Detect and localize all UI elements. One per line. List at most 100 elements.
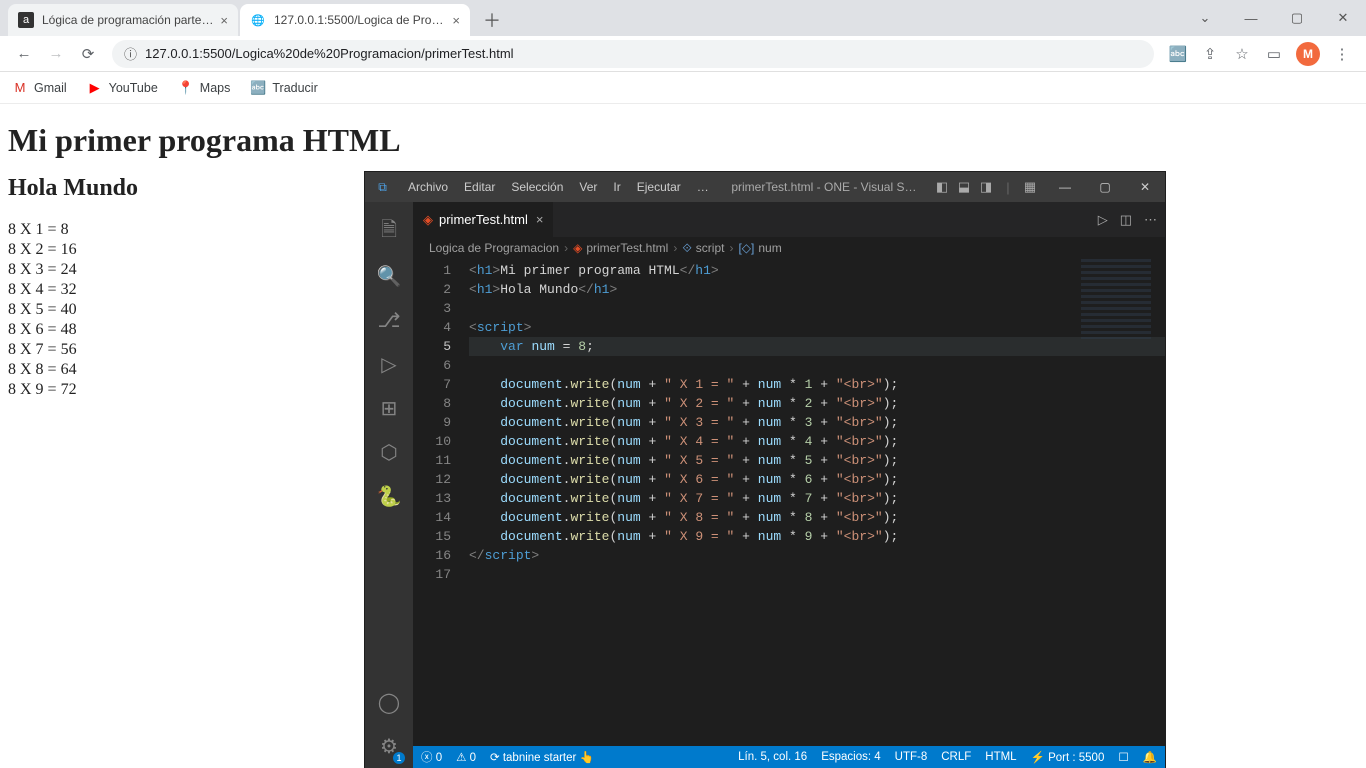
- code-line[interactable]: document.write(num + " X 2 = " + num * 2…: [469, 394, 1165, 413]
- account-icon[interactable]: ◯: [365, 680, 413, 724]
- hexagon-icon[interactable]: ⬡: [365, 430, 413, 474]
- code-area[interactable]: <h1>Mi primer programa HTML</h1><h1>Hola…: [469, 261, 1165, 584]
- code-line[interactable]: document.write(num + " X 1 = " + num * 1…: [469, 375, 1165, 394]
- split-editor-icon[interactable]: ◫: [1120, 212, 1132, 228]
- code-line[interactable]: document.write(num + " X 7 = " + num * 7…: [469, 489, 1165, 508]
- code-line[interactable]: </script>: [469, 546, 1165, 565]
- panel-left-icon[interactable]: ◧: [931, 179, 953, 195]
- status-eol[interactable]: CRLF: [941, 750, 971, 764]
- status-tabnine[interactable]: ⟳ tabnine starter 👆: [490, 750, 594, 764]
- new-tab-button[interactable]: ＋: [478, 6, 506, 34]
- menu-item[interactable]: Archivo: [400, 180, 456, 194]
- forward-icon[interactable]: →: [42, 40, 70, 68]
- address-bar[interactable]: ⓘ 127.0.0.1:5500/Logica%20de%20Programac…: [112, 40, 1154, 68]
- bookmark-icon: 🔤: [250, 80, 266, 96]
- breadcrumb-symbol[interactable]: [◇]num: [738, 241, 781, 255]
- vscode-titlebar[interactable]: ⧉ ArchivoEditarSelecciónVerIrEjecutar… p…: [365, 172, 1165, 202]
- code-line[interactable]: [469, 565, 1165, 584]
- close-icon[interactable]: ✕: [1125, 172, 1165, 202]
- close-icon[interactable]: ✕: [1320, 0, 1366, 36]
- code-line[interactable]: [469, 356, 1165, 375]
- code-line[interactable]: <h1>Hola Mundo</h1>: [469, 280, 1165, 299]
- code-line[interactable]: document.write(num + " X 8 = " + num * 8…: [469, 508, 1165, 527]
- avatar[interactable]: M: [1296, 42, 1320, 66]
- status-errors[interactable]: ⓧ 0: [421, 749, 442, 765]
- extensions-icon[interactable]: ⊞: [365, 386, 413, 430]
- bookmark-icon: ▶: [87, 80, 103, 96]
- kebab-menu-icon[interactable]: ⋮: [1328, 40, 1356, 68]
- code-line[interactable]: document.write(num + " X 6 = " + num * 6…: [469, 470, 1165, 489]
- close-icon[interactable]: ×: [452, 13, 460, 28]
- bookmark-label: Gmail: [34, 81, 67, 95]
- breadcrumb-folder[interactable]: Logica de Programacion: [429, 241, 559, 255]
- gear-icon[interactable]: ⚙: [365, 724, 413, 768]
- maximize-icon[interactable]: ▢: [1085, 172, 1125, 202]
- browser-tab-active[interactable]: 🌐 127.0.0.1:5500/Logica de Program ×: [240, 4, 470, 36]
- explorer-icon[interactable]: 🗎: [365, 210, 413, 254]
- editor-tab[interactable]: ◈ primerTest.html ×: [413, 202, 554, 237]
- status-feedback-icon[interactable]: ☐: [1118, 750, 1128, 764]
- menu-item[interactable]: Ver: [571, 180, 605, 194]
- reading-list-icon[interactable]: ▭: [1260, 40, 1288, 68]
- bookmark-item[interactable]: 🔤Traducir: [250, 80, 317, 96]
- close-icon[interactable]: ×: [220, 13, 228, 28]
- code-line[interactable]: <script>: [469, 318, 1165, 337]
- bookmark-item[interactable]: M Gmail: [12, 80, 67, 96]
- more-icon[interactable]: ⋯: [1144, 212, 1157, 228]
- code-line[interactable]: document.write(num + " X 3 = " + num * 3…: [469, 413, 1165, 432]
- browser-tab[interactable]: a Lógica de programación parte 1: ×: [8, 4, 238, 36]
- bookmark-star-icon[interactable]: ☆: [1228, 40, 1256, 68]
- code-line[interactable]: <h1>Mi primer programa HTML</h1>: [469, 261, 1165, 280]
- minimize-icon[interactable]: ―: [1228, 0, 1274, 36]
- code-line[interactable]: document.write(num + " X 4 = " + num * 4…: [469, 432, 1165, 451]
- translate-icon[interactable]: 🔤: [1164, 40, 1192, 68]
- vscode-editor[interactable]: 1234567891011121314151617 <h1>Mi primer …: [413, 259, 1165, 746]
- source-control-icon[interactable]: ⎇: [365, 298, 413, 342]
- menu-item[interactable]: Selección: [503, 180, 571, 194]
- bookmark-label: Maps: [200, 81, 231, 95]
- tab-title: 127.0.0.1:5500/Logica de Program: [274, 13, 446, 27]
- maximize-icon[interactable]: ▢: [1274, 0, 1320, 36]
- chevron-down-icon[interactable]: ⌄: [1182, 0, 1228, 36]
- reload-icon[interactable]: ⟳: [74, 40, 102, 68]
- panel-bottom-icon[interactable]: ⬓: [953, 179, 975, 195]
- status-language[interactable]: HTML: [985, 750, 1016, 764]
- menu-item[interactable]: Ejecutar: [629, 180, 689, 194]
- run-debug-icon[interactable]: ▷: [365, 342, 413, 386]
- vscode-editor-tabs: ◈ primerTest.html × ▷ ◫ ⋯: [413, 202, 1165, 237]
- status-port[interactable]: ⚡ Port : 5500: [1031, 750, 1105, 764]
- vscode-breadcrumb[interactable]: Logica de Programacion › ◈primerTest.htm…: [413, 237, 1165, 259]
- status-indent[interactable]: Espacios: 4: [821, 750, 880, 764]
- vscode-layout-icons: ◧ ⬓ ◨ | ▦: [931, 179, 1041, 195]
- close-icon[interactable]: ×: [536, 212, 544, 227]
- status-encoding[interactable]: UTF-8: [895, 750, 928, 764]
- minimize-icon[interactable]: ―: [1045, 172, 1085, 202]
- bookmark-item[interactable]: 📍 Maps: [178, 80, 231, 96]
- layout-icon[interactable]: ▦: [1019, 179, 1041, 195]
- code-line[interactable]: document.write(num + " X 5 = " + num * 5…: [469, 451, 1165, 470]
- panel-right-icon[interactable]: ◨: [975, 179, 997, 195]
- status-cursor-position[interactable]: Lín. 5, col. 16: [738, 750, 807, 764]
- minimap[interactable]: [1081, 259, 1151, 339]
- code-line[interactable]: document.write(num + " X 9 = " + num * 9…: [469, 527, 1165, 546]
- code-line[interactable]: [469, 299, 1165, 318]
- share-icon[interactable]: ⇪: [1196, 40, 1224, 68]
- python-icon[interactable]: 🐍: [365, 474, 413, 518]
- back-icon[interactable]: ←: [10, 40, 38, 68]
- search-icon[interactable]: 🔍: [365, 254, 413, 298]
- menu-item[interactable]: …: [689, 180, 717, 194]
- line-numbers: 1234567891011121314151617: [413, 261, 469, 584]
- breadcrumb-symbol[interactable]: ⟐script: [682, 241, 724, 256]
- breadcrumb-file[interactable]: ◈primerTest.html: [573, 241, 668, 255]
- bookmark-icon: 📍: [178, 80, 194, 96]
- menu-item[interactable]: Ir: [605, 180, 628, 194]
- vscode-activity-bar: 🗎 🔍 ⎇ ▷ ⊞ ⬡ 🐍 ◯ ⚙: [365, 202, 413, 768]
- status-bell-icon[interactable]: 🔔: [1143, 750, 1157, 764]
- menu-item[interactable]: Editar: [456, 180, 503, 194]
- bookmark-item[interactable]: ▶YouTube: [87, 80, 158, 96]
- bookmark-icon: M: [12, 80, 28, 96]
- site-info-icon[interactable]: ⓘ: [124, 44, 137, 63]
- status-warnings[interactable]: ⚠ 0: [456, 750, 476, 764]
- run-icon[interactable]: ▷: [1098, 212, 1108, 228]
- code-line[interactable]: var num = 8;: [469, 337, 1165, 356]
